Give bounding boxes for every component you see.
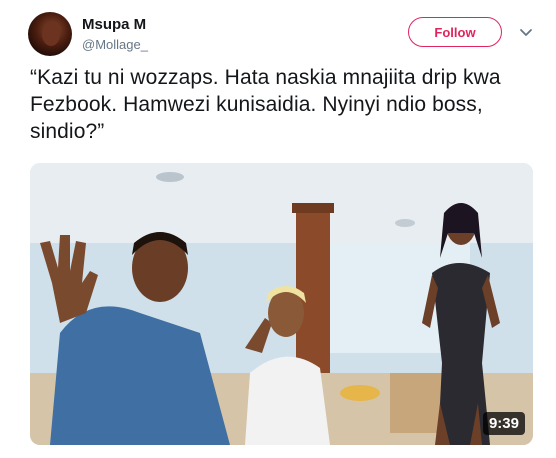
video-frame [30,163,533,445]
video-duration-badge: 9:39 [482,412,525,435]
tweet-text: “Kazi tu ni wozzaps. Hata naskia mnajiit… [30,66,501,143]
chevron-down-icon[interactable] [518,24,534,40]
follow-button[interactable]: Follow [408,17,502,47]
display-name[interactable]: Msupa M [82,16,146,33]
tweet-header: Msupa M @Mollage_ Follow [0,0,556,64]
video-thumbnail[interactable]: 9:39 [30,163,533,445]
user-handle[interactable]: @Mollage_ [82,37,148,52]
avatar[interactable] [28,12,72,56]
